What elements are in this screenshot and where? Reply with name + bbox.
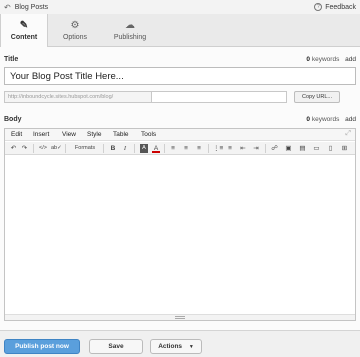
- body-section-header: Body 0 keywords add: [4, 116, 356, 126]
- video-icon[interactable]: ▭: [312, 144, 321, 153]
- tab-content-label: Content: [10, 34, 38, 41]
- indent-icon[interactable]: ⇥: [252, 144, 260, 153]
- toolbar-divider: [33, 144, 34, 153]
- help-icon: ?: [314, 3, 323, 11]
- editor-toolbar: ↶ ↷ </> ab✓ Formats B I A A ≡ ≡ ≡ ⋮≡ ≡ ⇤…: [5, 142, 355, 155]
- url-prefix: http://inboundcycle.sites.hubspot.com/bl…: [4, 91, 152, 103]
- editor-resize-handle[interactable]: [5, 314, 355, 320]
- toolbar-divider: [65, 144, 66, 153]
- image-icon[interactable]: ▣: [284, 144, 293, 153]
- top-bar: ↶ Blog Posts ? Feedback: [0, 0, 360, 14]
- tab-options[interactable]: ⚙ Options: [51, 14, 99, 47]
- bold-icon[interactable]: B: [109, 144, 117, 153]
- pencil-icon: ✎: [19, 20, 29, 31]
- toolbar-divider: [134, 144, 135, 153]
- link-icon[interactable]: ☍: [270, 144, 279, 153]
- back-arrow-icon: ↶: [4, 3, 11, 12]
- file-icon[interactable]: ▤: [298, 144, 307, 153]
- body-heading: Body: [4, 116, 22, 123]
- actions-dropdown[interactable]: Actions ▼: [150, 339, 202, 354]
- title-keywords-label: keywords: [311, 56, 340, 63]
- feedback-label: Feedback: [325, 3, 356, 11]
- action-footer: Publish post now Save Actions ▼: [0, 330, 360, 357]
- copy-url-button[interactable]: Copy URL...: [294, 91, 340, 103]
- bullet-list-icon[interactable]: ⋮≡: [213, 144, 223, 153]
- cloud-icon: ☁: [125, 20, 135, 31]
- tab-publishing[interactable]: ☁ Publishing: [104, 14, 156, 47]
- menu-tools[interactable]: Tools: [141, 131, 156, 138]
- editor-content-area[interactable]: [5, 156, 355, 314]
- tab-options-label: Options: [62, 34, 88, 41]
- url-slug-input[interactable]: [151, 91, 287, 103]
- feedback-link[interactable]: ? Feedback: [314, 3, 356, 11]
- editor-menubar: Edit Insert View Style Table Tools ⤢: [5, 129, 355, 141]
- background-color-icon[interactable]: A: [140, 144, 148, 153]
- title-keywords-count: 0: [306, 56, 311, 63]
- toolbar-divider: [208, 144, 209, 153]
- back-link-label: Blog Posts: [14, 4, 49, 11]
- toolbar-divider: [164, 144, 165, 153]
- editor-tabs: ✎ Content ⚙ Options ☁ Publishing: [0, 14, 360, 48]
- numbered-list-icon[interactable]: ≡: [226, 144, 234, 153]
- embed-icon[interactable]: ▯: [326, 144, 335, 153]
- caret-down-icon: ▼: [188, 344, 194, 350]
- italic-icon[interactable]: I: [121, 144, 129, 153]
- spellcheck-icon[interactable]: ab✓: [51, 144, 62, 153]
- content-panel: Title 0 keywords add Your Blog Post Titl…: [0, 47, 360, 330]
- align-center-icon[interactable]: ≡: [182, 144, 190, 153]
- body-keywords-label: keywords: [311, 116, 340, 123]
- menu-view[interactable]: View: [62, 131, 76, 138]
- rich-text-editor: Edit Insert View Style Table Tools ⤢ ↶ ↷…: [4, 128, 356, 321]
- redo-icon[interactable]: ↷: [20, 144, 29, 153]
- publish-now-button[interactable]: Publish post now: [4, 339, 80, 354]
- outdent-icon[interactable]: ⇤: [239, 144, 247, 153]
- undo-icon[interactable]: ↶: [9, 144, 18, 153]
- body-keywords-add-link[interactable]: add: [345, 116, 356, 123]
- menu-style[interactable]: Style: [87, 131, 101, 138]
- toolbar-divider: [103, 144, 104, 153]
- table-icon[interactable]: ⊞: [340, 144, 349, 153]
- body-keywords: 0 keywords add: [306, 116, 356, 123]
- post-title-input[interactable]: Your Blog Post Title Here...: [4, 67, 356, 85]
- body-keywords-count: 0: [306, 116, 311, 123]
- grip-icon: [175, 316, 185, 319]
- title-keywords: 0 keywords add: [306, 56, 356, 63]
- tab-publishing-label: Publishing: [113, 34, 147, 41]
- align-right-icon[interactable]: ≡: [195, 144, 203, 153]
- title-heading: Title: [4, 56, 19, 63]
- formats-dropdown[interactable]: Formats: [71, 144, 99, 153]
- fullscreen-icon[interactable]: ⤢: [345, 130, 351, 138]
- gear-icon: ⚙: [70, 20, 80, 31]
- actions-label: Actions: [158, 343, 183, 350]
- title-section-header: Title 0 keywords add: [4, 56, 356, 66]
- back-link[interactable]: ↶ Blog Posts: [4, 3, 48, 12]
- title-keywords-add-link[interactable]: add: [345, 56, 356, 63]
- menu-edit[interactable]: Edit: [11, 131, 22, 138]
- toolbar-divider: [265, 144, 266, 153]
- url-row: http://inboundcycle.sites.hubspot.com/bl…: [4, 91, 356, 103]
- text-color-icon[interactable]: A: [152, 144, 160, 153]
- source-code-icon[interactable]: </>: [38, 144, 48, 153]
- align-left-icon[interactable]: ≡: [169, 144, 177, 153]
- menu-insert[interactable]: Insert: [33, 131, 49, 138]
- save-button[interactable]: Save: [89, 339, 143, 354]
- menu-table[interactable]: Table: [113, 131, 129, 138]
- tab-content[interactable]: ✎ Content: [0, 14, 48, 48]
